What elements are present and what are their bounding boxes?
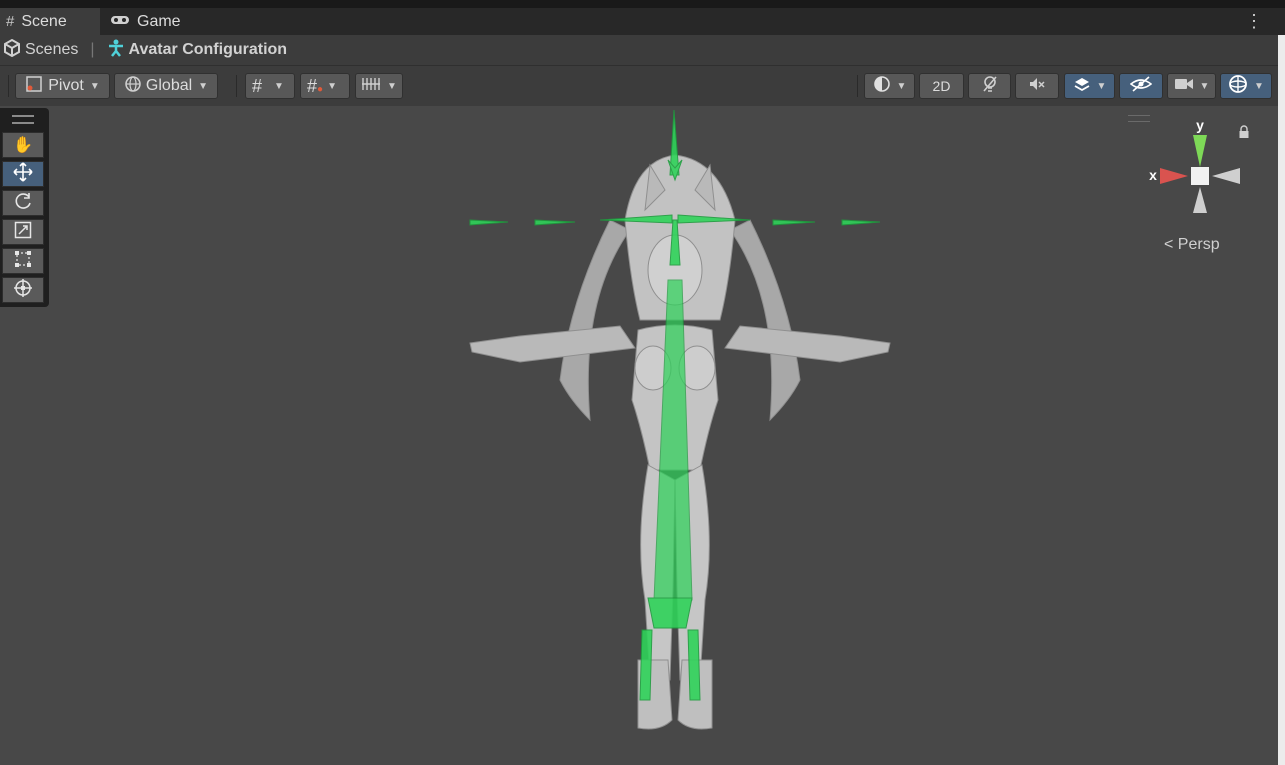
globe-icon xyxy=(124,75,142,98)
chevron-down-icon: ▼ xyxy=(1199,80,1210,92)
gizmos-dropdown[interactable]: ▼ xyxy=(1220,73,1272,99)
rotate-icon xyxy=(13,191,33,216)
gizmo-x-label: x xyxy=(1149,167,1157,183)
hand-icon: ✋ xyxy=(13,137,33,154)
breadcrumb-separator: | xyxy=(90,41,95,58)
panel-drag-handle[interactable] xyxy=(12,115,34,124)
scale-icon xyxy=(14,221,32,244)
speaker-mute-icon xyxy=(1028,75,1046,98)
increment-snap-button[interactable]: #● ▼ xyxy=(300,73,350,99)
toolbar-separator xyxy=(857,75,858,97)
orientation-gizmo[interactable]: y x xyxy=(1140,115,1260,225)
grid-visibility-button[interactable]: ▼ xyxy=(355,73,403,99)
move-arrows-icon xyxy=(13,161,33,187)
tool-panel: ✋ xyxy=(0,108,49,307)
toggle-2d-button[interactable]: 2D xyxy=(919,73,964,99)
toggle-2d-label: 2D xyxy=(932,78,951,94)
rotate-tool-button[interactable] xyxy=(2,190,44,216)
pivot-icon xyxy=(25,75,43,98)
move-tool-button[interactable] xyxy=(2,161,44,187)
scene-hash-icon: # xyxy=(6,13,15,30)
hand-tool-button[interactable]: ✋ xyxy=(2,132,44,158)
chevron-down-icon: ▼ xyxy=(274,80,284,92)
grid-snap-button[interactable]: # ▼ xyxy=(245,73,295,99)
gizmo-center-cube[interactable] xyxy=(1191,167,1209,185)
tab-scene-label: Scene xyxy=(21,12,67,30)
eye-hidden-icon xyxy=(1129,75,1153,97)
gizmo-neg-x-cone[interactable] xyxy=(1212,168,1240,184)
shading-sphere-icon xyxy=(873,75,891,98)
lighting-toggle-button[interactable] xyxy=(968,73,1011,99)
tab-game[interactable]: Game xyxy=(110,8,200,35)
layers-effects-icon xyxy=(1073,75,1091,98)
chevron-down-icon: ▼ xyxy=(198,80,209,92)
breadcrumb-scenes-label: Scenes xyxy=(25,41,79,58)
breadcrumb-scenes[interactable]: Scenes xyxy=(4,38,79,62)
more-options-icon[interactable]: ⋮ xyxy=(1245,11,1263,32)
grid-snap-icon: # xyxy=(252,75,263,96)
grid-lines-icon xyxy=(361,77,381,96)
rect-tool-button[interactable] xyxy=(2,248,44,274)
tab-scene[interactable]: # Scene xyxy=(0,8,100,35)
pivot-label: Pivot xyxy=(48,77,84,94)
effects-dropdown[interactable]: ▼ xyxy=(1064,73,1115,99)
scale-tool-button[interactable] xyxy=(2,219,44,245)
rect-transform-icon xyxy=(14,250,32,273)
gizmo-sphere-icon xyxy=(1228,74,1248,99)
audio-toggle-button[interactable] xyxy=(1015,73,1059,99)
breadcrumb-current[interactable]: Avatar Configuration xyxy=(107,39,288,62)
camera-icon xyxy=(1174,77,1194,96)
gizmo-y-label: y xyxy=(1196,117,1204,133)
chevron-down-icon: ▼ xyxy=(327,80,337,92)
projection-toggle[interactable]: < Persp xyxy=(1164,236,1220,254)
shading-mode-dropdown[interactable]: ▼ xyxy=(864,73,915,99)
tab-bar: # Scene Game ⋮ xyxy=(0,8,1285,35)
gizmo-y-cone[interactable] xyxy=(1193,135,1207,167)
transform-all-icon xyxy=(13,278,33,303)
chevron-down-icon: ▼ xyxy=(89,80,100,92)
global-dropdown[interactable]: Global ▼ xyxy=(114,73,218,99)
chevron-down-icon: ▼ xyxy=(387,80,397,92)
breadcrumb-current-label: Avatar Configuration xyxy=(128,41,288,58)
transform-tool-button[interactable] xyxy=(2,277,44,303)
gamepad-icon xyxy=(110,13,130,30)
unity-cube-icon xyxy=(4,38,20,62)
breadcrumb: Scenes | Avatar Configuration xyxy=(0,35,1285,65)
pivot-dropdown[interactable]: Pivot ▼ xyxy=(15,73,110,99)
chevron-down-icon: ▼ xyxy=(1096,80,1107,92)
camera-dropdown[interactable]: ▼ xyxy=(1167,73,1216,99)
increment-snap-icon: #● xyxy=(307,75,324,96)
lightbulb-off-icon xyxy=(981,75,999,98)
chevron-down-icon: ▼ xyxy=(896,80,907,92)
toolbar-separator xyxy=(236,75,237,97)
global-label: Global xyxy=(145,77,193,94)
window-top-strip xyxy=(0,0,1285,8)
toolbar-grip xyxy=(8,75,9,97)
projection-label: Persp xyxy=(1177,236,1220,253)
window-edge xyxy=(1278,35,1285,765)
perspective-icon: < xyxy=(1164,236,1174,253)
tab-game-label: Game xyxy=(137,12,181,30)
chevron-down-icon: ▼ xyxy=(1254,80,1264,92)
avatar-figure-icon xyxy=(107,39,125,62)
avatar-model[interactable] xyxy=(460,100,900,740)
scene-visibility-button[interactable] xyxy=(1119,73,1163,99)
gizmo-neg-y-cone[interactable] xyxy=(1193,187,1207,213)
gizmo-x-cone[interactable] xyxy=(1160,168,1188,184)
